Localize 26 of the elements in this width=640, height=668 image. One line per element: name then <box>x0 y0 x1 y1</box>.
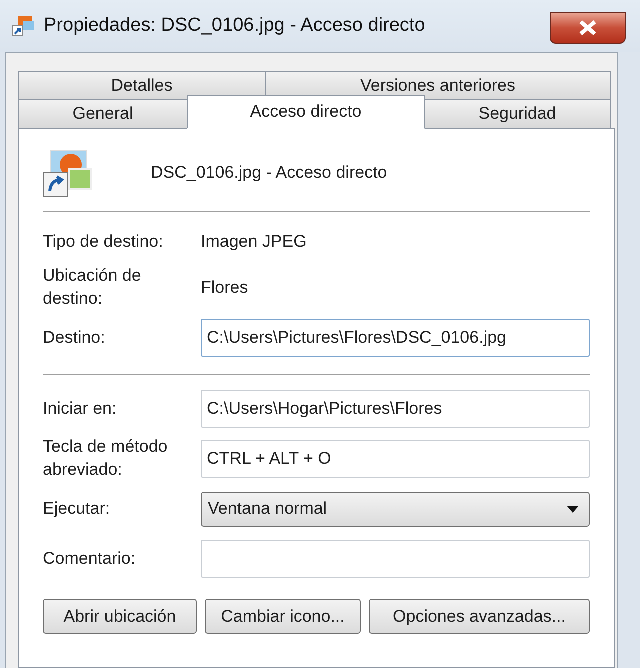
caret-icon <box>567 506 579 512</box>
app-icon <box>12 14 36 38</box>
field-label: Ejecutar: <box>43 498 112 520</box>
action-button[interactable]: Abrir ubicación <box>43 599 197 634</box>
field-label: Destino: <box>43 326 106 349</box>
tab[interactable]: General <box>18 99 188 129</box>
field-label: Ubicación de destino: <box>43 265 142 310</box>
close-icon <box>578 20 598 36</box>
dropdown[interactable]: Ventana normal <box>201 492 590 526</box>
shortcut-name: DSC_0106.jpg - Acceso directo <box>151 162 388 184</box>
field-label: Iniciar en: <box>43 398 118 420</box>
close-button[interactable] <box>550 12 626 44</box>
input-field[interactable]: CTRL + ALT + O <box>201 440 590 478</box>
window-title: Propiedades: DSC_0106.jpg - Acceso directo <box>44 14 426 38</box>
input-field[interactable]: C:\Users\Pictures\Flores\DSC_0106.jpg <box>201 319 590 357</box>
field-value: Flores <box>201 277 248 300</box>
tab[interactable]: Seguridad <box>424 99 611 129</box>
tab[interactable]: Acceso directo <box>187 95 425 129</box>
action-button[interactable]: Opciones avanzadas... <box>369 599 590 634</box>
action-button[interactable]: Cambiar icono... <box>205 599 361 634</box>
field-label: Tipo de destino: <box>43 230 164 253</box>
input-field[interactable] <box>201 540 590 578</box>
field-label: Comentario: <box>43 548 137 570</box>
field-label: Tecla de método abreviado: <box>43 436 169 481</box>
input-field[interactable]: C:\Users\Hogar\Pictures\Flores <box>201 390 590 428</box>
field-value: Imagen JPEG <box>201 231 307 254</box>
